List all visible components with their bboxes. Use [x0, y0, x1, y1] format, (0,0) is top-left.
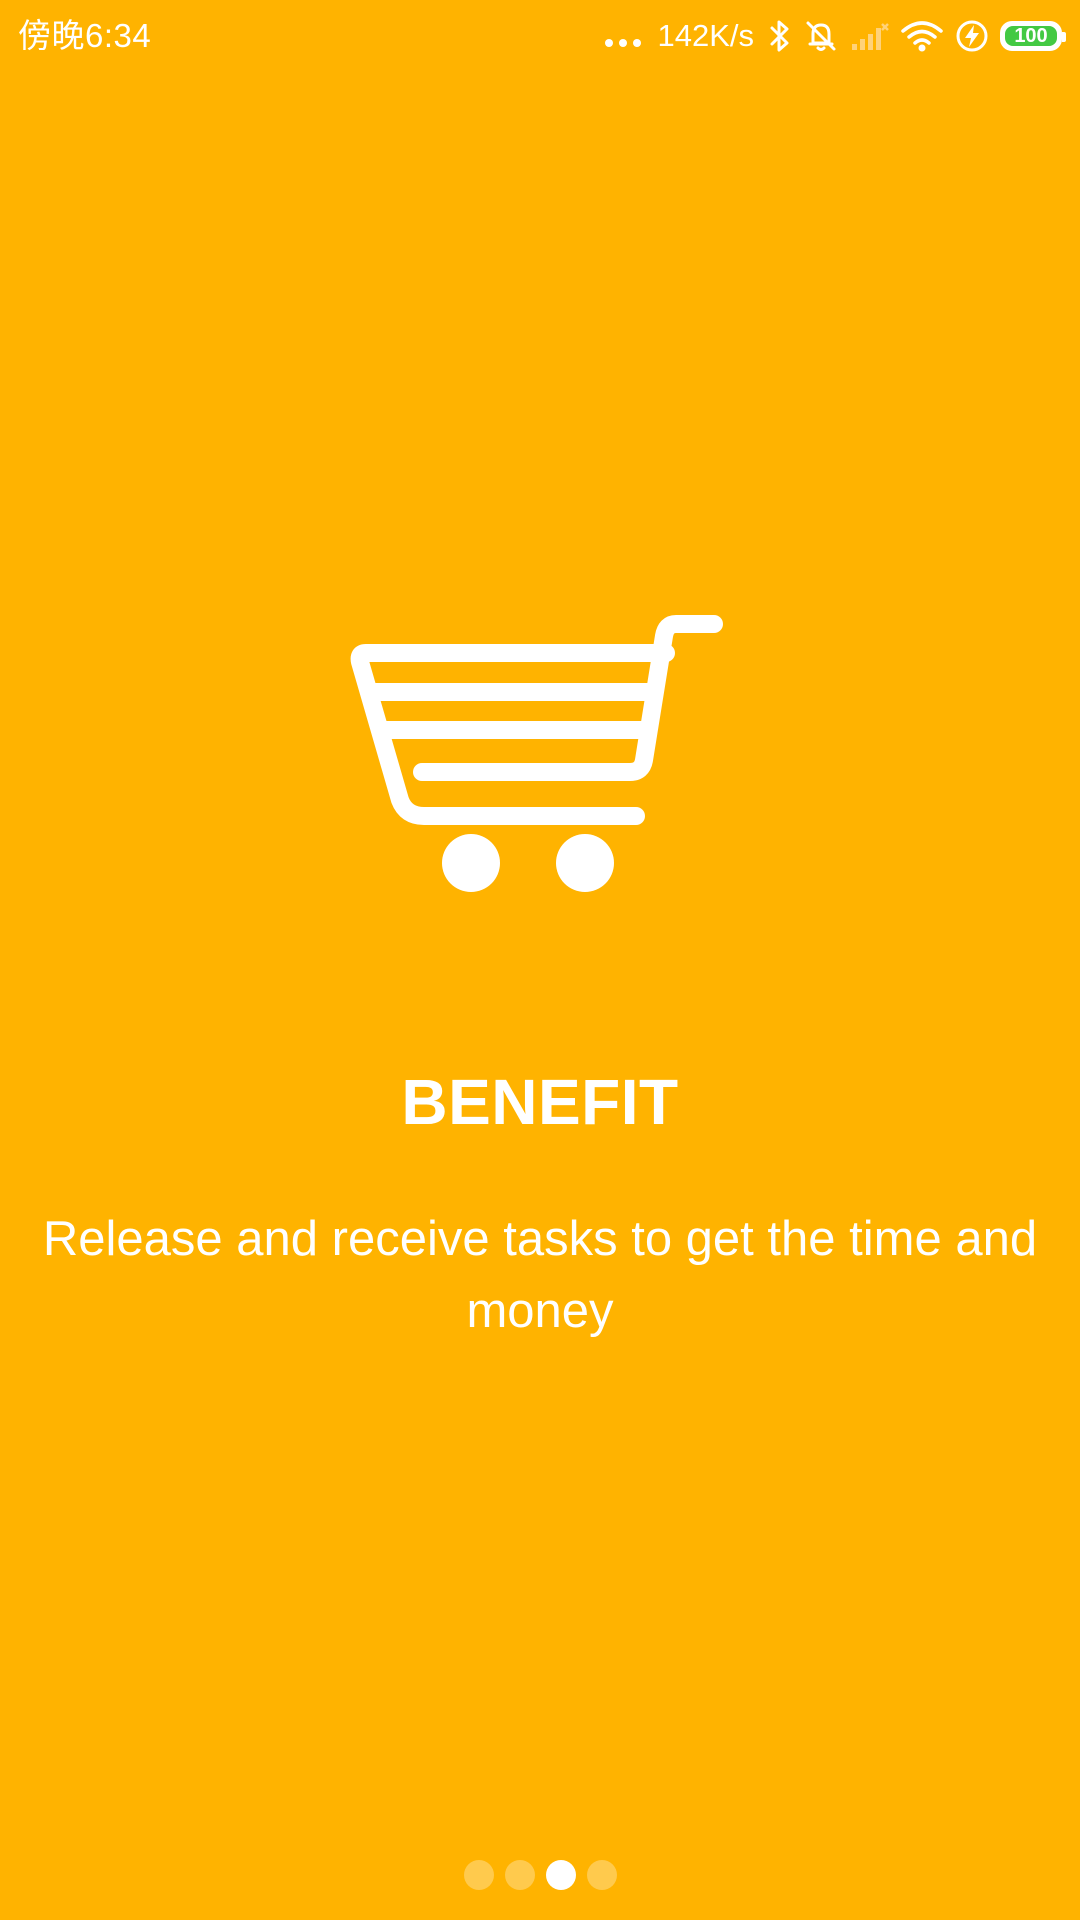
status-icons: 142K/s 100	[605, 14, 1066, 58]
page-dot-3-active[interactable]	[545, 1860, 576, 1890]
more-dots-icon	[605, 39, 642, 47]
page-dot-2[interactable]	[504, 1860, 535, 1890]
status-time: 傍晚6:34	[18, 17, 152, 54]
bluetooth-icon	[770, 20, 789, 52]
charging-icon	[956, 20, 988, 52]
shopping-cart-icon	[350, 615, 723, 892]
page-dot-4[interactable]	[586, 1860, 617, 1890]
cellular-signal-icon	[852, 23, 889, 50]
status-bar: 傍晚6:34 142K/s 100	[0, 0, 1080, 76]
mute-bell-icon	[806, 21, 836, 51]
onboarding-title: BENEFIT	[401, 1066, 679, 1138]
onboarding-description: Release and receive tasks to get the tim…	[42, 1212, 1038, 1338]
page-indicator[interactable]	[0, 1860, 1080, 1890]
page-dot-1[interactable]	[463, 1860, 494, 1890]
network-speed: 142K/s	[657, 18, 754, 53]
wifi-icon	[901, 21, 943, 52]
battery-icon: 100	[1000, 21, 1066, 51]
battery-level: 100	[1005, 26, 1057, 46]
